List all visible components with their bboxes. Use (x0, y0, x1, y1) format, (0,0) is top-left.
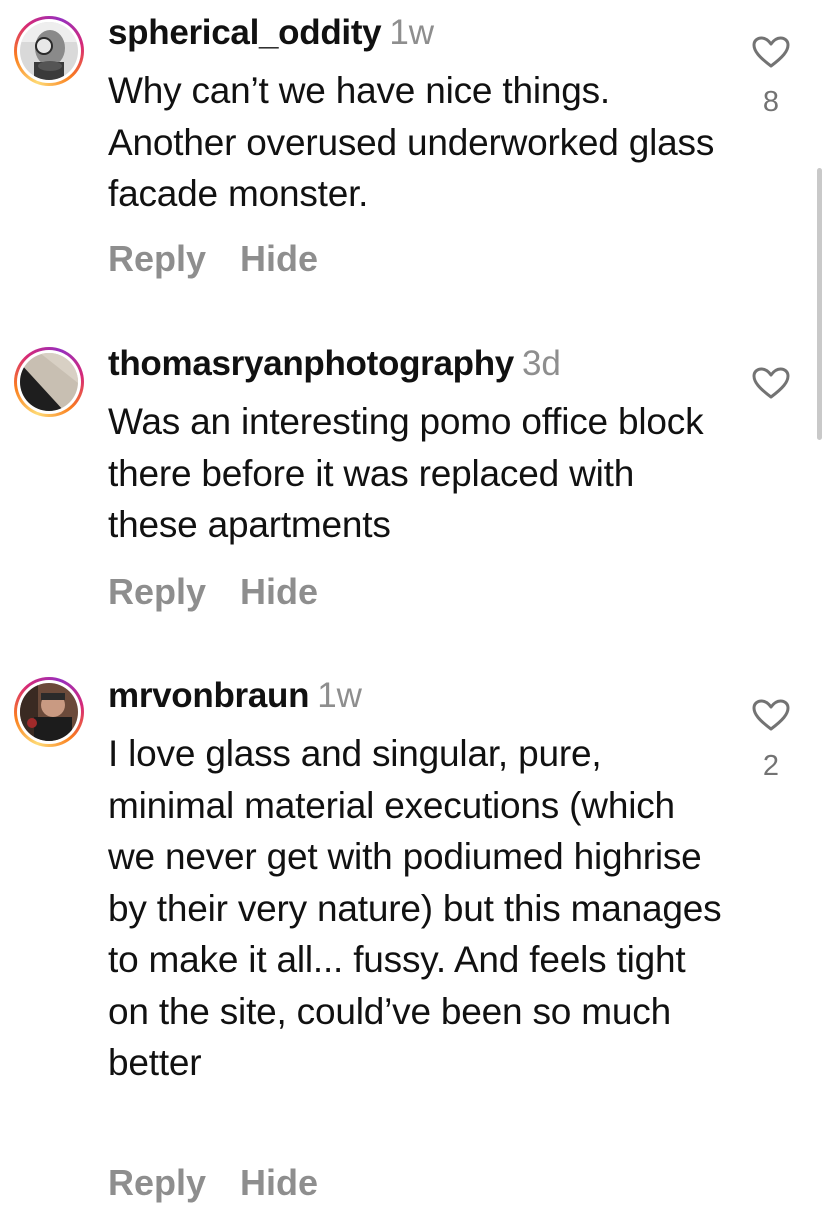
comment-username[interactable]: mrvonbraun (108, 676, 310, 715)
hide-button[interactable]: Hide (240, 572, 318, 612)
reply-button[interactable]: Reply (108, 1163, 206, 1203)
avatar[interactable] (14, 347, 84, 417)
reply-button[interactable]: Reply (108, 572, 206, 612)
comment-actions: Reply Hide (108, 1163, 318, 1203)
comment-text: Why can’t we have nice things. Another o… (108, 70, 715, 214)
comment-username[interactable]: thomasryanphotography (108, 344, 514, 383)
hide-button[interactable]: Hide (240, 1163, 318, 1203)
comment-timestamp: 1w (389, 13, 435, 52)
heart-outline-icon[interactable] (751, 698, 791, 732)
scrollbar[interactable] (817, 168, 822, 440)
comment-timestamp: 1w (317, 676, 362, 715)
avatar[interactable] (14, 16, 84, 86)
heart-outline-icon[interactable] (751, 35, 791, 69)
heart-outline-icon[interactable] (751, 366, 791, 400)
hide-button[interactable]: Hide (240, 239, 318, 279)
comment-header: mrvonbraun 1w (108, 676, 362, 716)
comment-timestamp: 3d (521, 344, 561, 383)
reply-button[interactable]: Reply (108, 239, 206, 279)
comment-header: spherical_oddity 1w (108, 13, 434, 53)
comment-actions: Reply Hide (108, 239, 318, 279)
comment-actions: Reply Hide (108, 572, 318, 612)
comment-username[interactable]: spherical_oddity (108, 13, 382, 52)
comment-text: Was an interesting pomo office block the… (108, 401, 704, 545)
comment-text: I love glass and singular, pure, minimal… (108, 733, 722, 1083)
comment-header: thomasryanphotography 3d (108, 344, 561, 384)
like-count: 8 (762, 86, 780, 118)
like-count: 2 (762, 750, 780, 782)
avatar[interactable] (14, 677, 84, 747)
